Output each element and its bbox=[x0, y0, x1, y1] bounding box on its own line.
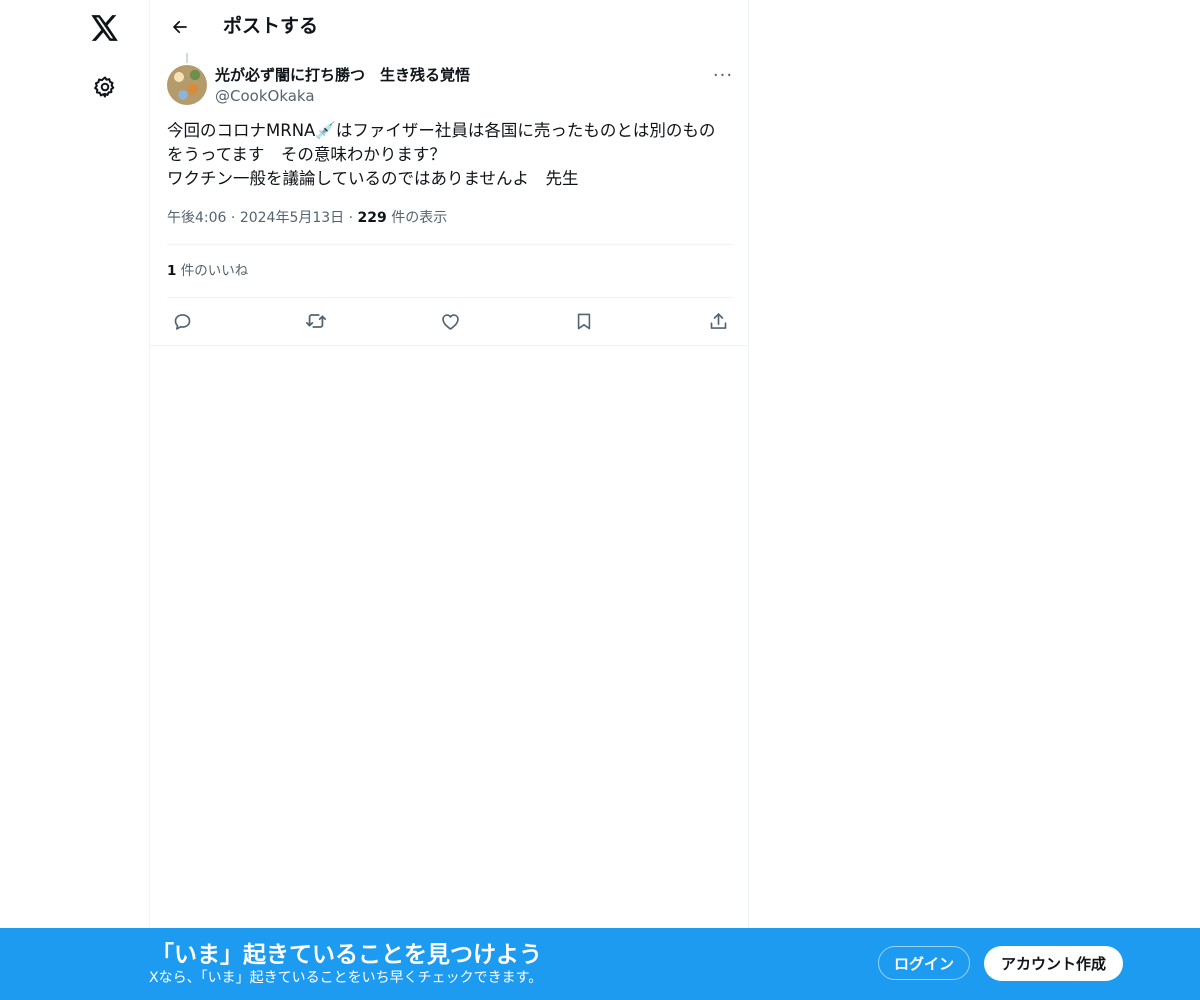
likes-count: 1 bbox=[167, 263, 177, 279]
meta-separator: · bbox=[230, 210, 236, 226]
login-button[interactable]: ログイン bbox=[878, 946, 970, 980]
post-text: 今回のコロナMRNA💉はファイザー社員は各国に売ったものとは別のもの をうってま… bbox=[167, 119, 737, 191]
divider bbox=[167, 297, 733, 298]
divider bbox=[167, 244, 733, 245]
views-count: 229 bbox=[357, 210, 387, 226]
page-title: ポストする bbox=[223, 15, 319, 37]
likes-link[interactable]: 1 件のいいね bbox=[167, 262, 248, 280]
bookmark-icon[interactable] bbox=[569, 306, 599, 336]
post-meta: 午後4:06 · 2024年5月13日 · 229 件の表示 bbox=[167, 208, 447, 228]
left-nav bbox=[0, 0, 149, 1000]
post-time[interactable]: 午後4:06 bbox=[167, 210, 226, 226]
post-text-line: をうってます その意味わかります？ bbox=[167, 145, 446, 164]
x-logo-icon[interactable] bbox=[85, 8, 125, 48]
like-icon[interactable] bbox=[435, 306, 465, 336]
avatar[interactable] bbox=[167, 65, 207, 105]
likes-label: 件のいいね bbox=[176, 263, 249, 279]
repost-icon[interactable] bbox=[301, 306, 331, 336]
banner-title: 「いま」起きていることを見つけよう bbox=[151, 942, 542, 968]
views-label: 件の表示 bbox=[386, 210, 448, 226]
reply-icon[interactable] bbox=[167, 306, 197, 336]
post-text-line: ワクチン一般を議論しているのではありませんよ 先生 bbox=[167, 169, 579, 188]
post-text-line: 今回のコロナMRNA💉はファイザー社員は各国に売ったものとは別のもの bbox=[167, 121, 716, 140]
author-handle[interactable]: @CookOkaka bbox=[215, 86, 315, 106]
page-header: ポストする bbox=[150, 0, 748, 53]
post-date[interactable]: 2024年5月13日 bbox=[240, 210, 344, 226]
more-options-icon[interactable]: ··· bbox=[710, 64, 736, 86]
thread-line bbox=[186, 53, 188, 63]
create-account-button[interactable]: アカウント作成 bbox=[984, 946, 1123, 981]
main-column: ポストする 光が必ず闇に打ち勝つ 生き残る覚悟 @CookOkaka ··· 今… bbox=[149, 0, 749, 1000]
share-icon[interactable] bbox=[703, 306, 733, 336]
divider bbox=[150, 345, 748, 346]
meta-separator: · bbox=[348, 210, 354, 226]
post-actions bbox=[167, 306, 733, 338]
banner-subtitle: Xなら、「いま」起きていることをいち早くチェックできます。 bbox=[149, 970, 543, 986]
arrow-left-icon[interactable] bbox=[163, 10, 197, 44]
gear-icon[interactable] bbox=[85, 67, 125, 107]
author-display-name[interactable]: 光が必ず闇に打ち勝つ 生き残る覚悟 bbox=[215, 65, 470, 85]
